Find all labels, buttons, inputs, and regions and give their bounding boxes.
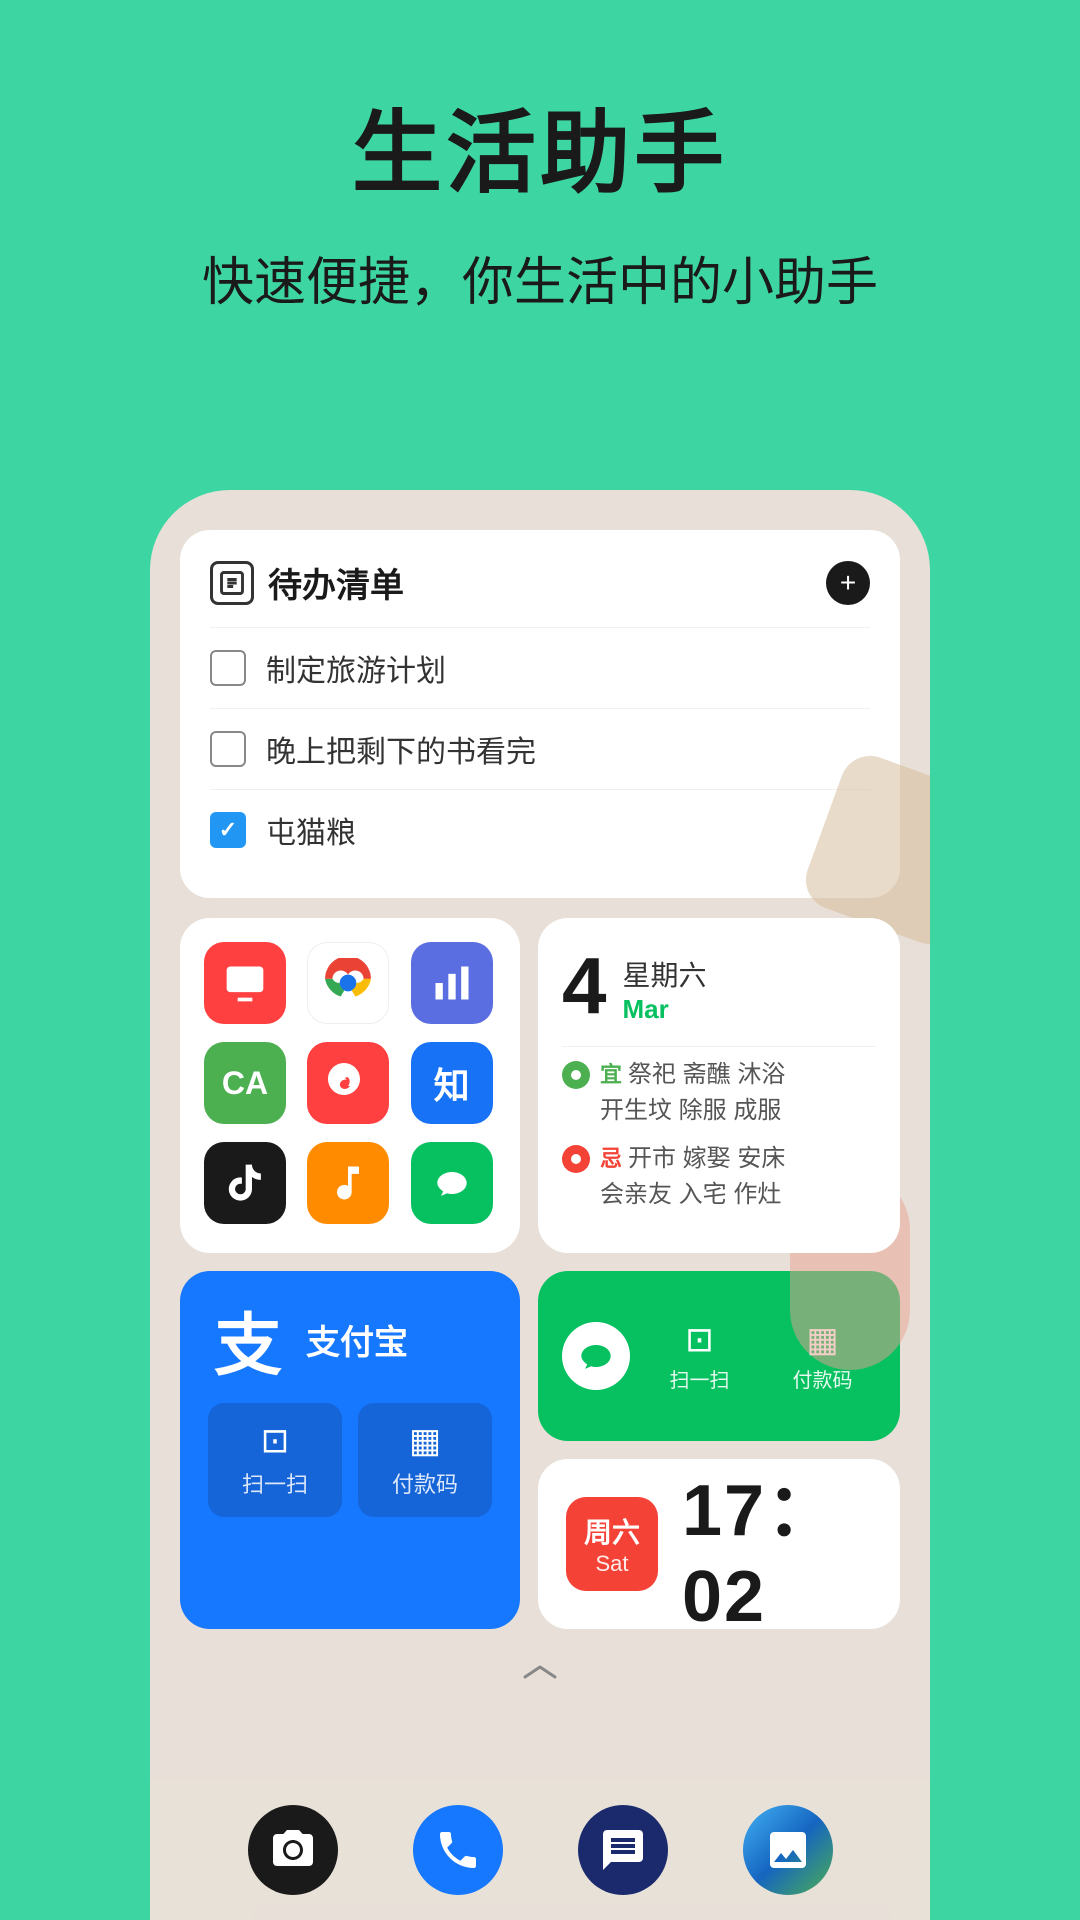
message-dock-icon[interactable] <box>578 1805 668 1895</box>
scroll-indicator <box>180 1647 900 1699</box>
tiktok-app-icon[interactable] <box>204 1142 286 1224</box>
phone-dock-icon[interactable] <box>413 1805 503 1895</box>
todo-add-button[interactable]: + <box>826 561 870 605</box>
chrome-app-icon[interactable] <box>307 942 389 1024</box>
analytics-app-icon[interactable] <box>411 942 493 1024</box>
calendar-good-activity: 宜祭祀 斋醮 沐浴开生坟 除服 成服 <box>562 1057 876 1129</box>
alipay-logo-icon: 支 <box>208 1299 288 1379</box>
wechat-scan-label: 扫一扫 <box>646 1364 753 1393</box>
todo-header-left: 待办清单 <box>210 558 404 607</box>
bad-badge-dot <box>571 1154 581 1164</box>
alipay-scan-button[interactable]: ⊡ 扫一扫 <box>208 1403 342 1517</box>
todo-widget: 待办清单 + 制定旅游计划 晚上把剩下的书看完 屯猫粮 <box>180 530 900 898</box>
todo-text-3: 屯猫粮 <box>266 808 356 852</box>
music-app-icon[interactable] <box>307 1142 389 1224</box>
todo-checkbox-2[interactable] <box>210 731 246 767</box>
todo-checkbox-1[interactable] <box>210 650 246 686</box>
calendar-bad-activity: 忌开市 嫁娶 安床会亲友 入宅 作灶 <box>562 1141 876 1213</box>
todo-header: 待办清单 + <box>210 558 870 607</box>
camera-dock-icon[interactable] <box>248 1805 338 1895</box>
todo-list-icon <box>210 561 254 605</box>
phone-frame: 待办清单 + 制定旅游计划 晚上把剩下的书看完 屯猫粮 <box>150 490 930 1920</box>
gallery-dock-icon[interactable] <box>743 1805 833 1895</box>
wechat-scan-button[interactable]: ⊡ 扫一扫 <box>646 1320 753 1393</box>
time-widget: 周六 Sat 17：02 <box>538 1459 900 1629</box>
time-display: 17：02 <box>682 1459 872 1629</box>
alipay-name: 支付宝 <box>306 1315 408 1364</box>
app-grid: CA 知 <box>204 942 496 1224</box>
todo-title: 待办清单 <box>268 558 404 607</box>
todo-checkbox-3[interactable] <box>210 812 246 848</box>
green-app-icon[interactable]: CA <box>204 1042 286 1124</box>
calendar-divider <box>562 1046 876 1047</box>
header-section: 生活助手 快速便捷，你生活中的小助手 <box>0 0 1080 315</box>
time-day-english: Sat <box>584 1551 640 1577</box>
todo-item-2: 晚上把剩下的书看完 <box>210 708 870 789</box>
app-icon-tv[interactable] <box>204 942 286 1024</box>
alipay-pay-icon: ▦ <box>368 1421 482 1461</box>
time-day-badge: 周六 Sat <box>566 1497 658 1591</box>
alipay-widget: 支 支付宝 ⊡ 扫一扫 ▦ 付款码 <box>180 1271 520 1629</box>
app-title: 生活助手 <box>0 80 1080 210</box>
alipay-pay-label: 付款码 <box>368 1467 482 1499</box>
alipay-scan-icon: ⊡ <box>218 1421 332 1461</box>
todo-item-1: 制定旅游计划 <box>210 627 870 708</box>
todo-text-1: 制定旅游计划 <box>266 646 446 690</box>
wechat-logo-icon <box>562 1322 630 1390</box>
alipay-logo-text: 支 <box>214 1290 282 1389</box>
calendar-date-header: 4 星期六 Mar <box>562 946 876 1026</box>
calendar-date-number: 4 <box>562 946 607 1026</box>
app-subtitle: 快速便捷，你生活中的小助手 <box>0 240 1080 315</box>
alipay-scan-label: 扫一扫 <box>218 1467 332 1499</box>
wechat-scan-icon: ⊡ <box>646 1320 753 1360</box>
alipay-pay-button[interactable]: ▦ 付款码 <box>358 1403 492 1517</box>
bad-activities-text: 忌开市 嫁娶 安床会亲友 入宅 作灶 <box>600 1141 785 1213</box>
app-dock <box>150 1780 930 1920</box>
phone-mockup: 待办清单 + 制定旅游计划 晚上把剩下的书看完 屯猫粮 <box>150 490 930 1920</box>
good-badge-dot <box>571 1070 581 1080</box>
time-day-chinese: 周六 <box>584 1511 640 1551</box>
bad-badge <box>562 1145 590 1173</box>
calendar-widget: 4 星期六 Mar 宜祭祀 斋醮 沐浴开生坟 除服 成服 <box>538 918 900 1253</box>
calendar-month: Mar <box>623 994 707 1025</box>
alipay-header: 支 支付宝 <box>208 1299 492 1379</box>
good-activities-text: 宜祭祀 斋醮 沐浴开生坟 除服 成服 <box>600 1057 785 1129</box>
alipay-actions: ⊡ 扫一扫 ▦ 付款码 <box>208 1403 492 1517</box>
todo-text-2: 晚上把剩下的书看完 <box>266 727 536 771</box>
zhihu-app-icon[interactable]: 知 <box>411 1042 493 1124</box>
app-grid-widget: CA 知 <box>180 918 520 1253</box>
wechat-grid-icon[interactable] <box>411 1142 493 1224</box>
calendar-date-info: 星期六 Mar <box>623 946 707 1025</box>
middle-widgets-row: CA 知 <box>180 918 900 1253</box>
todo-item-3: 屯猫粮 <box>210 789 870 870</box>
calendar-weekday: 星期六 <box>623 954 707 994</box>
weibo-app-icon[interactable] <box>307 1042 389 1124</box>
good-badge <box>562 1061 590 1089</box>
